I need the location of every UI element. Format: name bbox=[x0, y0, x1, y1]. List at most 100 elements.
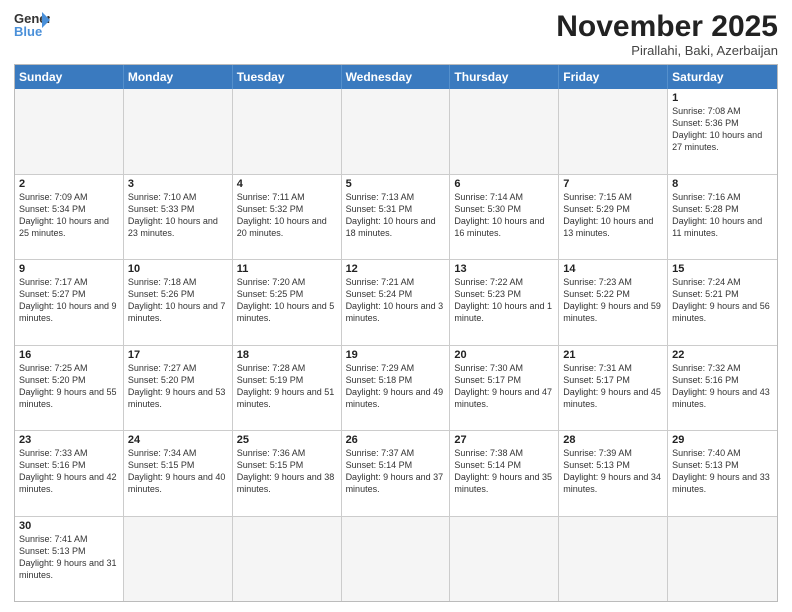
day-cell-24: 24Sunrise: 7:34 AM Sunset: 5:15 PM Dayli… bbox=[124, 431, 233, 516]
header: General Blue November 2025 Pirallahi, Ba… bbox=[14, 10, 778, 58]
calendar-body: 1Sunrise: 7:08 AM Sunset: 5:36 PM Daylig… bbox=[15, 89, 777, 601]
day-number: 19 bbox=[346, 349, 446, 361]
day-info: Sunrise: 7:21 AM Sunset: 5:24 PM Dayligh… bbox=[346, 276, 446, 325]
svg-text:Blue: Blue bbox=[14, 24, 42, 38]
day-info: Sunrise: 7:11 AM Sunset: 5:32 PM Dayligh… bbox=[237, 191, 337, 240]
day-info: Sunrise: 7:38 AM Sunset: 5:14 PM Dayligh… bbox=[454, 447, 554, 496]
day-info: Sunrise: 7:32 AM Sunset: 5:16 PM Dayligh… bbox=[672, 362, 773, 411]
day-cell-27: 27Sunrise: 7:38 AM Sunset: 5:14 PM Dayli… bbox=[450, 431, 559, 516]
day-info: Sunrise: 7:22 AM Sunset: 5:23 PM Dayligh… bbox=[454, 276, 554, 325]
day-info: Sunrise: 7:41 AM Sunset: 5:13 PM Dayligh… bbox=[19, 533, 119, 582]
weekday-header-wednesday: Wednesday bbox=[342, 65, 451, 89]
page: General Blue November 2025 Pirallahi, Ba… bbox=[0, 0, 792, 612]
day-number: 26 bbox=[346, 434, 446, 446]
day-info: Sunrise: 7:20 AM Sunset: 5:25 PM Dayligh… bbox=[237, 276, 337, 325]
day-number: 20 bbox=[454, 349, 554, 361]
day-cell-12: 12Sunrise: 7:21 AM Sunset: 5:24 PM Dayli… bbox=[342, 260, 451, 345]
day-number: 8 bbox=[672, 178, 773, 190]
day-number: 6 bbox=[454, 178, 554, 190]
day-number: 4 bbox=[237, 178, 337, 190]
weekday-header-friday: Friday bbox=[559, 65, 668, 89]
location: Pirallahi, Baki, Azerbaijan bbox=[556, 43, 778, 58]
day-number: 14 bbox=[563, 263, 663, 275]
day-info: Sunrise: 7:34 AM Sunset: 5:15 PM Dayligh… bbox=[128, 447, 228, 496]
calendar-header: SundayMondayTuesdayWednesdayThursdayFrid… bbox=[15, 65, 777, 89]
day-info: Sunrise: 7:24 AM Sunset: 5:21 PM Dayligh… bbox=[672, 276, 773, 325]
day-cell-17: 17Sunrise: 7:27 AM Sunset: 5:20 PM Dayli… bbox=[124, 346, 233, 431]
weekday-header-sunday: Sunday bbox=[15, 65, 124, 89]
day-cell-11: 11Sunrise: 7:20 AM Sunset: 5:25 PM Dayli… bbox=[233, 260, 342, 345]
day-info: Sunrise: 7:36 AM Sunset: 5:15 PM Dayligh… bbox=[237, 447, 337, 496]
day-number: 28 bbox=[563, 434, 663, 446]
day-cell-21: 21Sunrise: 7:31 AM Sunset: 5:17 PM Dayli… bbox=[559, 346, 668, 431]
day-cell-3: 3Sunrise: 7:10 AM Sunset: 5:33 PM Daylig… bbox=[124, 175, 233, 260]
empty-cell bbox=[124, 89, 233, 174]
day-info: Sunrise: 7:27 AM Sunset: 5:20 PM Dayligh… bbox=[128, 362, 228, 411]
day-cell-13: 13Sunrise: 7:22 AM Sunset: 5:23 PM Dayli… bbox=[450, 260, 559, 345]
day-cell-10: 10Sunrise: 7:18 AM Sunset: 5:26 PM Dayli… bbox=[124, 260, 233, 345]
day-cell-4: 4Sunrise: 7:11 AM Sunset: 5:32 PM Daylig… bbox=[233, 175, 342, 260]
day-number: 5 bbox=[346, 178, 446, 190]
day-number: 2 bbox=[19, 178, 119, 190]
day-cell-19: 19Sunrise: 7:29 AM Sunset: 5:18 PM Dayli… bbox=[342, 346, 451, 431]
day-cell-2: 2Sunrise: 7:09 AM Sunset: 5:34 PM Daylig… bbox=[15, 175, 124, 260]
day-number: 15 bbox=[672, 263, 773, 275]
calendar-row-2: 9Sunrise: 7:17 AM Sunset: 5:27 PM Daylig… bbox=[15, 259, 777, 345]
day-number: 1 bbox=[672, 92, 773, 104]
day-cell-15: 15Sunrise: 7:24 AM Sunset: 5:21 PM Dayli… bbox=[668, 260, 777, 345]
day-info: Sunrise: 7:39 AM Sunset: 5:13 PM Dayligh… bbox=[563, 447, 663, 496]
day-cell-1: 1Sunrise: 7:08 AM Sunset: 5:36 PM Daylig… bbox=[668, 89, 777, 174]
empty-cell bbox=[233, 89, 342, 174]
calendar-row-4: 23Sunrise: 7:33 AM Sunset: 5:16 PM Dayli… bbox=[15, 430, 777, 516]
month-title: November 2025 bbox=[556, 10, 778, 43]
day-info: Sunrise: 7:33 AM Sunset: 5:16 PM Dayligh… bbox=[19, 447, 119, 496]
day-number: 21 bbox=[563, 349, 663, 361]
day-cell-7: 7Sunrise: 7:15 AM Sunset: 5:29 PM Daylig… bbox=[559, 175, 668, 260]
title-area: November 2025 Pirallahi, Baki, Azerbaija… bbox=[556, 10, 778, 58]
day-info: Sunrise: 7:40 AM Sunset: 5:13 PM Dayligh… bbox=[672, 447, 773, 496]
day-number: 7 bbox=[563, 178, 663, 190]
day-number: 13 bbox=[454, 263, 554, 275]
day-info: Sunrise: 7:37 AM Sunset: 5:14 PM Dayligh… bbox=[346, 447, 446, 496]
day-number: 16 bbox=[19, 349, 119, 361]
day-cell-25: 25Sunrise: 7:36 AM Sunset: 5:15 PM Dayli… bbox=[233, 431, 342, 516]
day-info: Sunrise: 7:15 AM Sunset: 5:29 PM Dayligh… bbox=[563, 191, 663, 240]
weekday-header-tuesday: Tuesday bbox=[233, 65, 342, 89]
day-info: Sunrise: 7:28 AM Sunset: 5:19 PM Dayligh… bbox=[237, 362, 337, 411]
calendar: SundayMondayTuesdayWednesdayThursdayFrid… bbox=[14, 64, 778, 602]
weekday-header-saturday: Saturday bbox=[668, 65, 777, 89]
day-number: 27 bbox=[454, 434, 554, 446]
day-info: Sunrise: 7:25 AM Sunset: 5:20 PM Dayligh… bbox=[19, 362, 119, 411]
day-cell-14: 14Sunrise: 7:23 AM Sunset: 5:22 PM Dayli… bbox=[559, 260, 668, 345]
empty-cell bbox=[559, 517, 668, 602]
day-cell-23: 23Sunrise: 7:33 AM Sunset: 5:16 PM Dayli… bbox=[15, 431, 124, 516]
day-cell-22: 22Sunrise: 7:32 AM Sunset: 5:16 PM Dayli… bbox=[668, 346, 777, 431]
day-cell-18: 18Sunrise: 7:28 AM Sunset: 5:19 PM Dayli… bbox=[233, 346, 342, 431]
day-number: 23 bbox=[19, 434, 119, 446]
day-cell-30: 30Sunrise: 7:41 AM Sunset: 5:13 PM Dayli… bbox=[15, 517, 124, 602]
empty-cell bbox=[342, 517, 451, 602]
day-info: Sunrise: 7:31 AM Sunset: 5:17 PM Dayligh… bbox=[563, 362, 663, 411]
weekday-header-thursday: Thursday bbox=[450, 65, 559, 89]
calendar-row-3: 16Sunrise: 7:25 AM Sunset: 5:20 PM Dayli… bbox=[15, 345, 777, 431]
day-info: Sunrise: 7:08 AM Sunset: 5:36 PM Dayligh… bbox=[672, 105, 773, 154]
day-number: 9 bbox=[19, 263, 119, 275]
day-number: 3 bbox=[128, 178, 228, 190]
calendar-row-0: 1Sunrise: 7:08 AM Sunset: 5:36 PM Daylig… bbox=[15, 89, 777, 174]
day-number: 30 bbox=[19, 520, 119, 532]
empty-cell bbox=[668, 517, 777, 602]
day-info: Sunrise: 7:18 AM Sunset: 5:26 PM Dayligh… bbox=[128, 276, 228, 325]
day-number: 12 bbox=[346, 263, 446, 275]
day-info: Sunrise: 7:10 AM Sunset: 5:33 PM Dayligh… bbox=[128, 191, 228, 240]
empty-cell bbox=[233, 517, 342, 602]
day-cell-8: 8Sunrise: 7:16 AM Sunset: 5:28 PM Daylig… bbox=[668, 175, 777, 260]
day-cell-26: 26Sunrise: 7:37 AM Sunset: 5:14 PM Dayli… bbox=[342, 431, 451, 516]
day-number: 11 bbox=[237, 263, 337, 275]
day-cell-28: 28Sunrise: 7:39 AM Sunset: 5:13 PM Dayli… bbox=[559, 431, 668, 516]
day-number: 17 bbox=[128, 349, 228, 361]
calendar-row-1: 2Sunrise: 7:09 AM Sunset: 5:34 PM Daylig… bbox=[15, 174, 777, 260]
day-info: Sunrise: 7:14 AM Sunset: 5:30 PM Dayligh… bbox=[454, 191, 554, 240]
day-number: 24 bbox=[128, 434, 228, 446]
day-info: Sunrise: 7:13 AM Sunset: 5:31 PM Dayligh… bbox=[346, 191, 446, 240]
day-cell-16: 16Sunrise: 7:25 AM Sunset: 5:20 PM Dayli… bbox=[15, 346, 124, 431]
